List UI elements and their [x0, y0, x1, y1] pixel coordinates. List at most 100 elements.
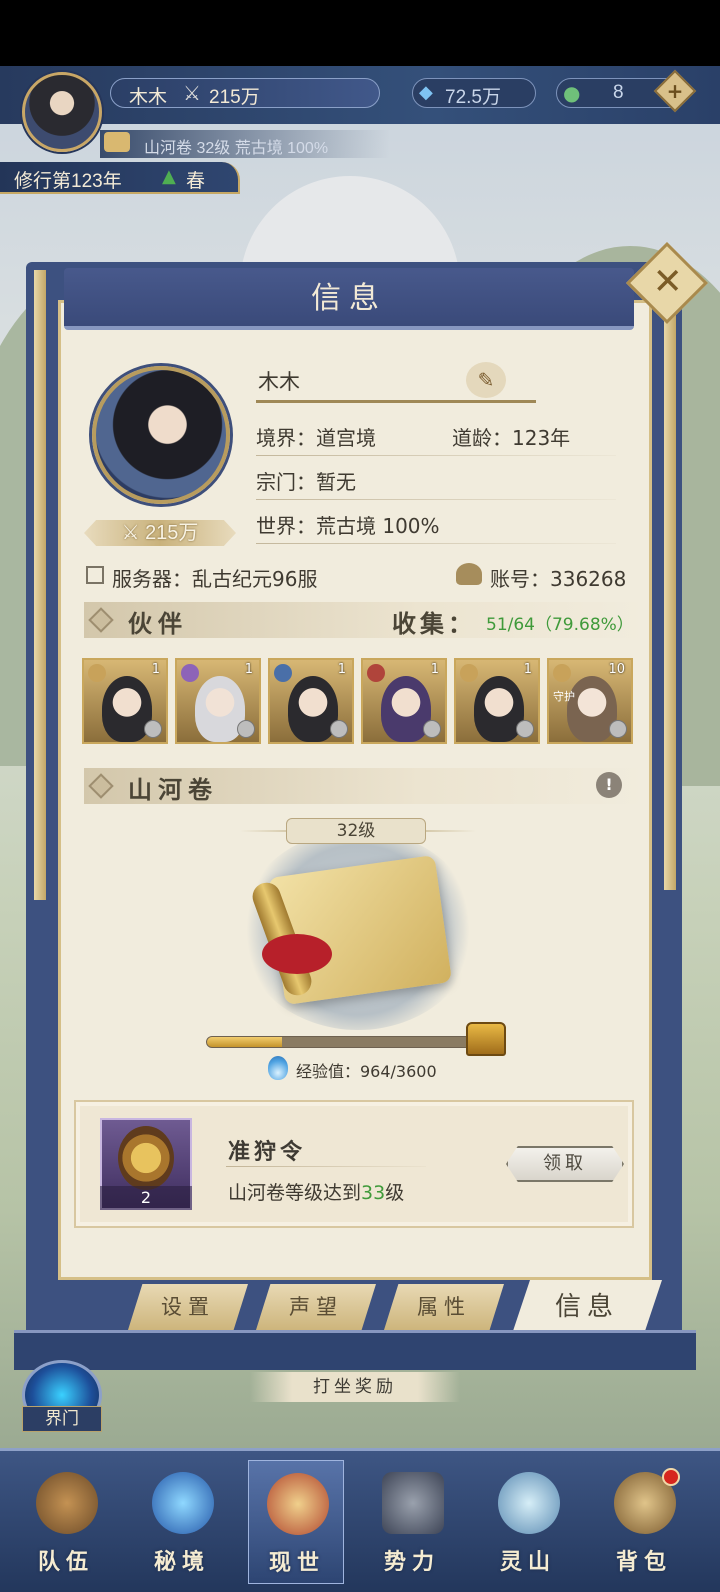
mountain-icon — [498, 1472, 560, 1534]
reward-count: 2 — [100, 1186, 192, 1210]
tab-attributes[interactable]: 属性 — [384, 1284, 504, 1330]
faction-icon — [181, 664, 199, 682]
tab-reputation[interactable]: 声望 — [256, 1284, 376, 1330]
nav-forces[interactable]: 势力 — [364, 1460, 460, 1584]
element-icon — [516, 720, 534, 738]
gate-label[interactable]: 界门 — [22, 1406, 102, 1432]
partner-card[interactable]: 1 — [454, 658, 540, 744]
xp-label: 经验值：964/3600 — [296, 1062, 437, 1081]
divider — [256, 455, 616, 456]
power-badge: ⚔ 215万 — [84, 520, 236, 546]
plus-icon: + — [666, 79, 684, 103]
divider — [226, 1166, 426, 1167]
player-name-pill: 木木 ⚔ 215万 — [110, 78, 380, 108]
partner-level: 1 — [244, 662, 253, 677]
scroll-status-bar: 山河卷 32级 荒古境 100% — [100, 130, 390, 158]
profile-world: 世界：荒古境 100% — [256, 514, 440, 538]
reward-condition: 山河卷等级达到33级 — [228, 1178, 404, 1205]
nav-label: 队伍 — [37, 1549, 94, 1575]
partners-title: 伙伴 — [128, 609, 188, 638]
partner-card[interactable]: 10 守护 — [547, 658, 633, 744]
element-icon — [144, 720, 162, 738]
nav-label: 势力 — [383, 1549, 440, 1575]
name-underline — [256, 400, 536, 403]
element-icon — [330, 720, 348, 738]
panel-bottom-bar — [14, 1330, 696, 1370]
reward-condition-level: 33 — [361, 1182, 386, 1204]
nav-label: 现世 — [268, 1550, 325, 1576]
partner-card[interactable]: 1 — [175, 658, 261, 744]
power-icon: ⚔ — [183, 83, 201, 105]
profile-server: 服务器：乱古纪元96服 — [112, 567, 318, 591]
world-scroll-icon — [267, 1473, 329, 1535]
xp-progress-bar — [206, 1036, 488, 1048]
player-name: 木木 — [129, 87, 168, 108]
nav-label: 灵山 — [499, 1549, 556, 1575]
scroll-level-banner: 32级 — [286, 818, 426, 844]
coin-bag-icon: ● — [563, 81, 581, 105]
nav-present-world[interactable]: 现世 — [248, 1460, 344, 1584]
coin-amount: 8 — [613, 82, 624, 103]
vortex-icon — [152, 1472, 214, 1534]
profile-realm: 境界：道宫境 — [256, 426, 376, 450]
faction-icon — [460, 664, 478, 682]
power-icon: ⚔ — [121, 522, 146, 544]
tab-settings[interactable]: 设置 — [128, 1284, 248, 1330]
spirit-flame-icon — [268, 1056, 288, 1080]
jade-currency: ◆ 72.5万 — [412, 78, 536, 108]
scroll-status-text: 山河卷 32级 荒古境 100% — [144, 140, 329, 157]
nav-secret-realm[interactable]: 秘境 — [134, 1460, 230, 1584]
right-pole — [664, 290, 676, 890]
hunting-token-icon — [118, 1126, 174, 1190]
cultivation-year: 修行第123年 — [14, 171, 122, 192]
straw-hat-icon — [36, 1472, 98, 1534]
player-avatar[interactable] — [22, 72, 102, 152]
profile-dao-age: 道龄：123年 — [452, 426, 571, 450]
partner-card[interactable]: 1 — [268, 658, 354, 744]
cultivation-year-bar: 修行第123年 ▲ 春 — [0, 162, 240, 194]
partner-card[interactable]: 1 — [361, 658, 447, 744]
xp-progress-fill — [207, 1037, 282, 1047]
tab-info[interactable]: 信息 — [512, 1280, 662, 1334]
close-icon: ✕ — [652, 261, 683, 303]
nav-spirit-mountain[interactable]: 灵山 — [480, 1460, 576, 1584]
partner-card[interactable]: 1 — [82, 658, 168, 744]
reward-condition-prefix: 山河卷等级达到 — [228, 1182, 362, 1204]
player-power: 215万 — [209, 87, 260, 108]
scroll-section-title: 山河卷 — [128, 775, 218, 804]
divider — [256, 499, 616, 500]
profile-name: 木木 — [258, 370, 300, 394]
pine-tree-icon: ▲ — [162, 166, 176, 187]
reward-condition-suffix: 级 — [385, 1182, 405, 1204]
palace-icon — [382, 1472, 444, 1534]
collection-value: 51/64（79.68%） — [486, 615, 634, 635]
nav-label: 背包 — [615, 1549, 672, 1575]
nav-label: 秘境 — [153, 1549, 210, 1575]
claim-button[interactable]: 领取 — [506, 1146, 624, 1182]
crystal-icon: ◆ — [419, 82, 433, 103]
collection-label: 收集： — [392, 609, 476, 638]
edit-name-brush-icon[interactable]: ✎ — [466, 362, 506, 398]
profile-account: 账号：336268 — [490, 567, 627, 591]
element-icon — [237, 720, 255, 738]
partner-level: 10 — [608, 662, 625, 677]
divider — [256, 543, 616, 544]
treasure-chest-icon[interactable] — [466, 1022, 506, 1056]
faction-icon — [553, 664, 571, 682]
faction-icon — [367, 664, 385, 682]
nav-team[interactable]: 队伍 — [18, 1460, 114, 1584]
meditation-reward-button[interactable]: 打坐奖励 — [250, 1372, 460, 1402]
info-alert-icon[interactable]: ! — [596, 772, 622, 798]
notification-dot — [662, 1468, 680, 1486]
partner-role-tag: 守护 — [553, 690, 575, 703]
jade-amount: 72.5万 — [445, 87, 501, 108]
scroll-icon — [104, 132, 130, 152]
scroll-red-tassel — [262, 934, 332, 974]
account-icon — [456, 563, 482, 585]
partner-level: 1 — [430, 662, 439, 677]
server-icon — [86, 566, 104, 584]
faction-icon — [88, 664, 106, 682]
faction-icon — [274, 664, 292, 682]
profile-sect: 宗门：暂无 — [256, 470, 356, 494]
panel-title: 信息 — [311, 281, 387, 316]
